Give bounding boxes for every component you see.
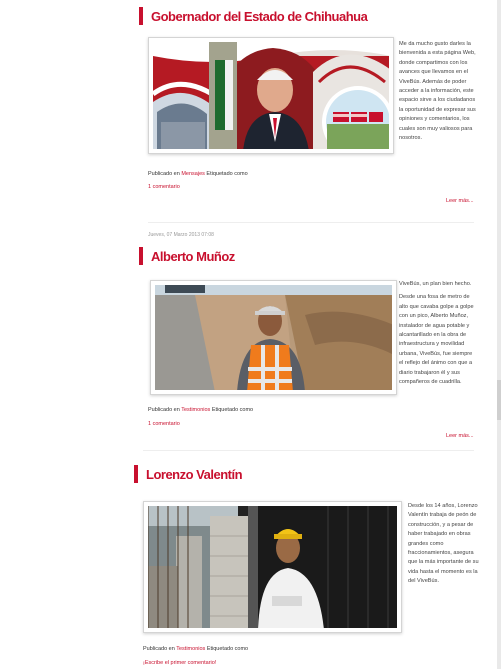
comments-link[interactable]: 1 comentario <box>148 184 180 190</box>
post-divider <box>148 222 474 223</box>
comments-link[interactable]: ¡Escribe el primer comentario! <box>143 660 216 666</box>
post-title[interactable]: Lorenzo Valentín <box>134 465 243 483</box>
page-scrollbar[interactable] <box>497 0 501 669</box>
title-accent-bar <box>134 465 138 483</box>
read-more-link[interactable]: Leer más... <box>446 198 474 204</box>
post-image-frame <box>148 37 394 154</box>
tagged-label: Etiquetado como <box>211 407 254 413</box>
post-body: Me da mucho gusto darles la bienvenida a… <box>399 40 477 147</box>
post-paragraph: Desde una fosa de metro de alto que cava… <box>399 294 474 386</box>
published-label: Publicado en <box>148 171 180 177</box>
category-link[interactable]: Testimonios <box>181 407 210 413</box>
title-accent-bar <box>139 247 143 265</box>
post-paragraph: Me da mucho gusto darles la bienvenida a… <box>399 41 476 142</box>
post-image-frame <box>143 501 402 633</box>
tagged-label: Etiquetado como <box>206 171 248 177</box>
published-label: Publicado en <box>148 407 180 413</box>
category-link[interactable]: Mensajes <box>181 171 205 177</box>
title-accent-bar <box>139 7 143 25</box>
tagged-label: Etiquetado como <box>206 646 249 652</box>
post-title-text[interactable]: Gobernador del Estado de Chihuahua <box>151 9 368 24</box>
post-body: Desde los 14 años, Lorenzo Valentín trab… <box>408 502 484 591</box>
worker-trench-image <box>155 285 392 390</box>
read-more-link[interactable]: Leer más... <box>446 433 474 439</box>
comments-link[interactable]: 1 comentario <box>148 421 180 427</box>
blog-page: Gobernador del Estado de Chihuahua Me da… <box>0 0 501 669</box>
post-paragraph: Desde los 14 años, Lorenzo Valentín trab… <box>408 503 479 585</box>
category-link[interactable]: Testimonios <box>176 646 205 652</box>
post-divider <box>143 450 474 451</box>
worker-construction-image <box>148 506 397 628</box>
scrollbar-thumb[interactable] <box>497 380 501 420</box>
post-paragraph: ViveBús, un plan bien hecho. <box>399 281 472 287</box>
post-meta: Publicado en Mensajes Etiquetado como <box>148 171 248 177</box>
post-title-text[interactable]: Alberto Muñoz <box>151 249 235 264</box>
post-date: Jueves, 07 Marzo 2013 07:08 <box>148 232 214 238</box>
post-image-frame <box>150 280 397 395</box>
post-meta: Publicado en Testimonios Etiquetado como <box>143 646 248 652</box>
post-title[interactable]: Gobernador del Estado de Chihuahua <box>139 7 368 25</box>
post-title[interactable]: Alberto Muñoz <box>139 247 235 265</box>
published-label: Publicado en <box>143 646 175 652</box>
post-meta: Publicado en Testimonios Etiquetado como <box>148 407 253 413</box>
governor-collage-image <box>153 42 389 149</box>
post-title-text[interactable]: Lorenzo Valentín <box>146 467 243 482</box>
post-body: ViveBús, un plan bien hecho. Desde una f… <box>399 280 477 391</box>
